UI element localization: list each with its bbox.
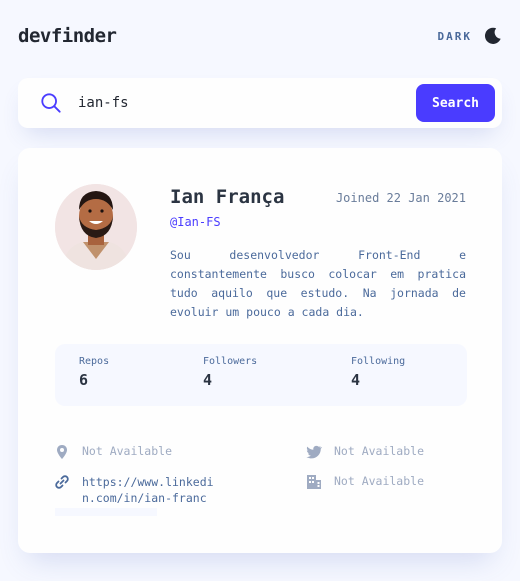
joined-date: Joined 22 Jan 2021 <box>335 191 466 205</box>
app-header: devfinder DARK <box>18 22 502 50</box>
company-item: Not Available <box>306 474 424 490</box>
company-text: Not Available <box>334 474 425 488</box>
avatar <box>55 184 137 270</box>
website-scrollbar[interactable] <box>55 508 157 516</box>
following-value: 4 <box>351 371 361 389</box>
repos-value: 6 <box>79 371 89 389</box>
stat-following: Following 4 <box>351 356 405 389</box>
stat-repos: Repos 6 <box>79 356 109 389</box>
location-pin-icon <box>57 445 67 459</box>
twitter-item: Not Available <box>306 444 424 460</box>
profile-card: Ian França Joined 22 Jan 2021 @Ian-FS So… <box>18 148 502 553</box>
moon-icon[interactable] <box>484 27 502 45</box>
twitter-text: Not Available <box>334 444 425 458</box>
followers-value: 4 <box>203 371 213 389</box>
location-item: Not Available <box>54 444 172 460</box>
search-input[interactable] <box>78 90 398 116</box>
avatar-image <box>55 184 137 270</box>
stat-followers: Followers 4 <box>203 356 257 389</box>
followers-label: Followers <box>203 356 258 367</box>
website-link[interactable]: https://www.linkedin.com/in/ian-franca/ <box>82 474 216 508</box>
twitter-icon <box>306 445 322 459</box>
profile-name: Ian França <box>170 186 285 208</box>
stats-panel: Repos 6 Followers 4 Following 4 <box>55 344 467 406</box>
profile-login[interactable]: @Ian-FS <box>170 215 221 229</box>
website-item[interactable]: https://www.linkedin.com/in/ian-franca/ <box>54 474 216 508</box>
location-text: Not Available <box>82 444 173 458</box>
search-icon <box>41 93 61 113</box>
theme-toggle[interactable]: DARK <box>438 27 503 45</box>
app-logo: devfinder <box>18 25 117 47</box>
profile-bio: Sou desenvolvedor Front-End e constantem… <box>170 248 466 319</box>
link-icon <box>55 475 69 489</box>
theme-toggle-label[interactable]: DARK <box>438 30 473 43</box>
search-button[interactable]: Search <box>416 84 495 122</box>
repos-label: Repos <box>79 356 110 367</box>
following-label: Following <box>351 356 406 367</box>
search-bar: Search <box>18 78 502 128</box>
building-icon <box>307 475 321 489</box>
